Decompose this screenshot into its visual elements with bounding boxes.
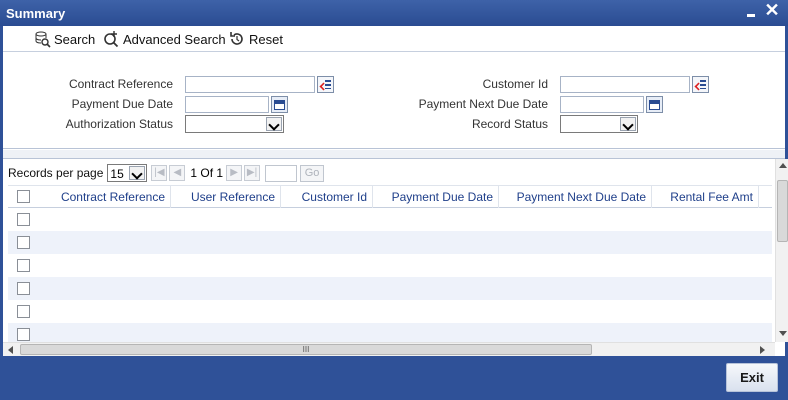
go-button[interactable]: Go xyxy=(300,164,325,182)
window-title: Summary xyxy=(6,6,66,21)
search-criteria-panel: Contract Reference Payment Due Date Auth… xyxy=(3,53,785,149)
scroll-left-icon[interactable] xyxy=(8,346,13,354)
customer-id-input[interactable] xyxy=(560,76,690,93)
row-checkbox[interactable] xyxy=(17,328,30,341)
column-header[interactable]: Rental Fee Amt xyxy=(652,186,759,208)
row-checkbox[interactable] xyxy=(17,213,30,226)
table-row[interactable] xyxy=(8,231,772,254)
authorization-status-select[interactable] xyxy=(185,115,284,133)
row-checkbox[interactable] xyxy=(17,236,30,249)
reset-icon xyxy=(228,30,246,48)
exit-button[interactable]: Exit xyxy=(726,363,778,392)
table-row[interactable] xyxy=(8,300,772,323)
select-all-checkbox[interactable] xyxy=(17,190,30,203)
column-header[interactable]: Payment Due Date xyxy=(373,186,499,208)
reset-button[interactable]: Reset xyxy=(228,30,283,48)
column-header[interactable]: User Reference xyxy=(171,186,281,208)
title-bar: Summary ✕ xyxy=(0,0,788,26)
advanced-search-icon xyxy=(102,30,120,48)
payment-next-due-date-calendar-icon[interactable] xyxy=(646,96,663,113)
table-row[interactable] xyxy=(8,323,772,342)
search-label: Search xyxy=(54,31,96,47)
customer-id-lov-icon[interactable] xyxy=(692,76,709,93)
minimize-icon[interactable] xyxy=(744,3,758,19)
advanced-search-button[interactable]: Advanced Search xyxy=(102,30,226,48)
last-page-icon[interactable]: ▶| xyxy=(244,165,261,181)
authorization-status-label: Authorization Status xyxy=(65,117,173,131)
results-grid: Records per page 15 |◀ ◀ 1 Of 1 ▶ ▶| Go … xyxy=(3,158,788,356)
page-info: 1 Of 1 xyxy=(190,166,224,180)
first-page-icon[interactable]: |◀ xyxy=(151,165,168,181)
chevron-down-icon xyxy=(129,166,146,180)
column-header[interactable]: Contract Reference xyxy=(36,186,171,208)
row-checkbox[interactable] xyxy=(17,305,30,318)
divider xyxy=(3,150,785,158)
close-icon[interactable]: ✕ xyxy=(764,1,780,21)
advanced-search-label: Advanced Search xyxy=(123,31,226,47)
vertical-scrollbar[interactable] xyxy=(775,159,788,342)
footer-bar: Exit xyxy=(0,356,788,400)
row-checkbox[interactable] xyxy=(17,259,30,272)
payment-due-date-input[interactable] xyxy=(185,96,269,113)
next-page-icon[interactable]: ▶ xyxy=(226,165,243,181)
record-status-select[interactable] xyxy=(560,115,638,133)
toolbar: Search Advanced Search Reset xyxy=(3,26,785,52)
horizontal-scrollbar[interactable]: III xyxy=(3,342,775,356)
column-header[interactable]: Payment Next Due Date xyxy=(499,186,652,208)
records-per-page-value: 15 xyxy=(110,167,124,181)
column-header[interactable]: Customer Id xyxy=(281,186,373,208)
reset-label: Reset xyxy=(249,31,283,47)
pagination-bar: Records per page 15 |◀ ◀ 1 Of 1 ▶ ▶| Go xyxy=(8,163,325,183)
chevron-down-icon xyxy=(266,117,282,131)
records-per-page-select[interactable]: 15 xyxy=(107,164,148,182)
search-button[interactable]: Search xyxy=(33,30,95,48)
payment-next-due-date-label: Payment Next Due Date xyxy=(418,97,548,111)
record-status-label: Record Status xyxy=(471,117,548,131)
goto-page-input[interactable] xyxy=(265,164,298,182)
contract-reference-label: Contract Reference xyxy=(68,77,173,91)
search-icon xyxy=(33,30,51,48)
table-row[interactable] xyxy=(8,208,772,231)
vertical-scroll-thumb[interactable] xyxy=(777,180,788,242)
records-per-page-label: Records per page xyxy=(8,166,104,180)
previous-page-icon[interactable]: ◀ xyxy=(169,165,186,181)
table-row[interactable] xyxy=(8,277,772,300)
scroll-right-icon[interactable] xyxy=(760,346,765,354)
customer-id-label: Customer Id xyxy=(482,77,548,91)
table-header: Contract Reference User Reference Custom… xyxy=(8,185,772,208)
horizontal-scroll-thumb[interactable]: III xyxy=(20,344,592,355)
scroll-down-icon[interactable] xyxy=(779,331,787,336)
payment-due-date-label: Payment Due Date xyxy=(71,97,173,111)
chevron-down-icon xyxy=(620,117,636,131)
payment-due-date-calendar-icon[interactable] xyxy=(271,96,288,113)
table-row[interactable] xyxy=(8,254,772,277)
contract-reference-lov-icon[interactable] xyxy=(317,76,334,93)
payment-next-due-date-input[interactable] xyxy=(560,96,644,113)
contract-reference-input[interactable] xyxy=(185,76,315,93)
scroll-up-icon[interactable] xyxy=(779,163,787,168)
row-checkbox[interactable] xyxy=(17,282,30,295)
